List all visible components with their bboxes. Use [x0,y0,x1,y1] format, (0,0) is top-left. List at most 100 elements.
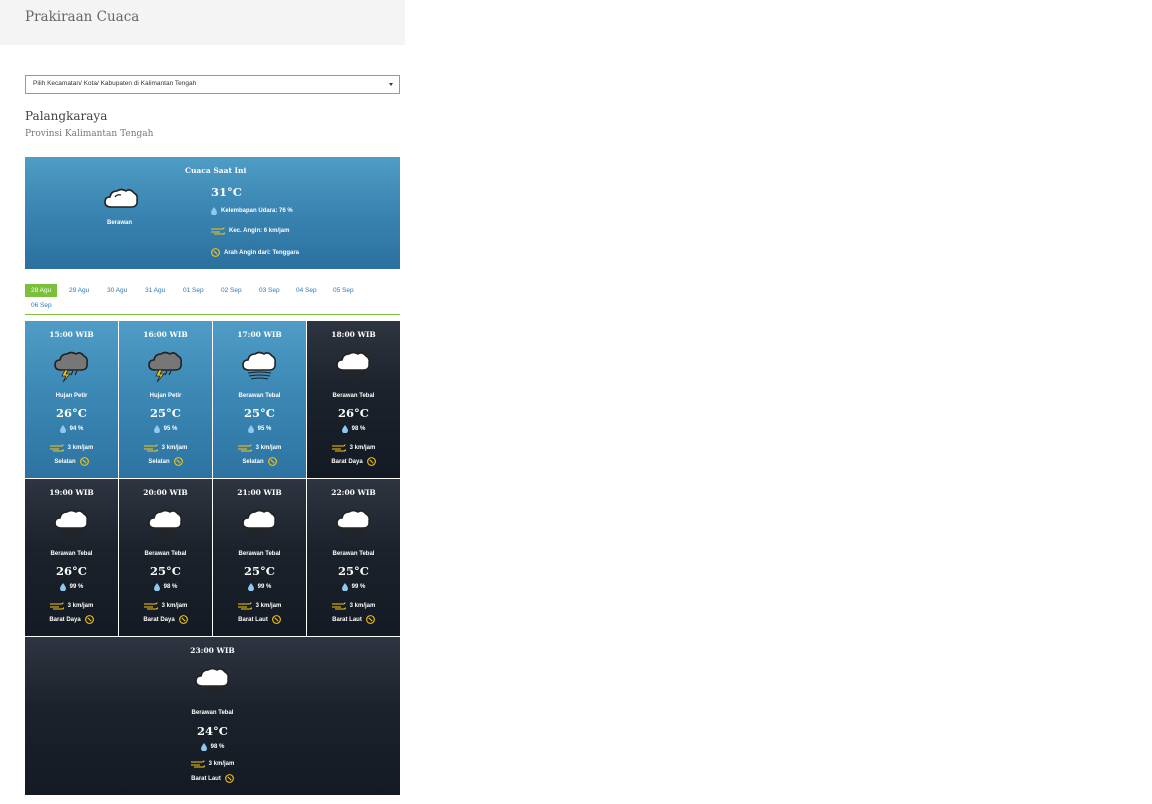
forecast-time: 21:00 WIB [237,488,282,497]
current-weather-title: Cuaca Saat Ini [185,166,247,175]
current-humidity-row: Kelembapan Udara: 76 % [211,207,293,215]
city-name: Palangkaraya [25,109,108,123]
forecast-wind-direction: Barat Daya [49,616,81,623]
forecast-card: 19:00 WIB Berawan Tebal 26°C 99 % 3 km/jam Ba… [25,479,118,636]
tab-31-agu[interactable]: 31 Agu [139,284,171,297]
wind-icon [237,444,252,452]
chevron-down-icon [389,83,393,86]
forecast-condition: Hujan Petir [55,393,88,399]
forecast-dir-row: Barat Laut [307,615,400,624]
forecast-time: 16:00 WIB [143,330,188,339]
current-wind: Kec. Angin: 6 km/jam [229,228,290,234]
forecast-humidity-row: 99 % [307,583,400,591]
forecast-temp: 26°C [338,406,369,420]
thunderstorm-icon [148,351,182,383]
page-header: Prakiraan Cuaca [0,0,405,45]
forecast-icon [53,350,89,389]
forecast-wind: 3 km/jam [208,761,235,767]
forecast-humidity-row: 94 % [25,425,118,433]
wind-direction-icon [365,615,375,624]
forecast-dir-row: Barat Laut [25,774,400,783]
forecast-wind-direction: Selatan [242,458,264,465]
forecast-wind: 3 km/jam [161,445,188,451]
overcast-icon [242,351,276,380]
forecast-icon [147,350,183,389]
district-select[interactable]: Pilih Kecamatan/ Kota/ Kabupaten di Kali… [25,75,400,94]
tab-06-sep[interactable]: 06 Sep [25,299,58,312]
forecast-temp: 25°C [338,564,369,578]
cloudy-icon [103,185,139,218]
forecast-humidity: 99 % [257,584,272,590]
forecast-wind-row: 3 km/jam [307,602,400,610]
forecast-humidity-row: 99 % [25,583,118,591]
forecast-dir-row: Selatan [119,457,212,466]
forecast-wind-direction: Barat Laut [332,616,362,623]
tab-30-agu[interactable]: 30 Agu [101,284,133,297]
humidity-drop-icon [153,583,160,591]
forecast-humidity: 98 % [210,744,225,750]
current-weather-panel: Cuaca Saat Ini Berawan 31°C Kelembapan U… [25,157,400,269]
forecast-humidity-row: 95 % [213,425,306,433]
forecast-temp: 24°C [197,724,228,738]
forecast-temp: 25°C [244,406,275,420]
forecast-wind: 3 km/jam [349,603,376,609]
tab-29-agu[interactable]: 29 Agu [63,284,95,297]
wind-icon [211,227,225,235]
forecast-temp: 26°C [56,406,87,420]
forecast-dir-row: Barat Laut [213,615,306,624]
tab-05-sep[interactable]: 05 Sep [327,284,360,297]
forecast-wind: 3 km/jam [161,603,188,609]
forecast-card: 21:00 WIB Berawan Tebal 25°C 99 % 3 km/jam Ba… [213,479,306,636]
forecast-condition: Hujan Petir [149,393,182,399]
wind-direction-icon [84,615,94,624]
forecast-time: 20:00 WIB [143,488,188,497]
humidity-drop-icon [211,207,217,215]
humidity-drop-icon [153,425,160,433]
forecast-condition: Berawan Tebal [238,551,281,557]
tab-04-sep[interactable]: 04 Sep [290,284,323,297]
wind-icon [143,602,158,610]
tab-03-sep[interactable]: 03 Sep [253,284,286,297]
forecast-card: 23:00 WIB Berawan Tebal 24°C 98 % 3 km/jam Ba… [25,637,400,795]
current-temp: 31°C [211,185,242,199]
district-select-value: Pilih Kecamatan/ Kota/ Kabupaten di Kali… [33,80,197,87]
humidity-drop-icon [200,743,207,751]
forecast-humidity-row: 98 % [25,743,400,751]
tab-28-agu[interactable]: 28 Agu [25,284,58,297]
forecast-dir-row: Selatan [25,457,118,466]
forecast-humidity: 98 % [351,426,366,432]
forecast-temp: 25°C [150,564,181,578]
forecast-temp: 26°C [56,564,87,578]
forecast-card: 17:00 WIB Berawan Tebal 25°C 95 % 3 km/jam Se… [213,321,306,478]
current-wind-dir-row: Arah Angin dari: Tenggara [211,248,299,257]
forecast-card: 20:00 WIB Berawan Tebal 25°C 98 % 3 km/jam Ba… [119,479,212,636]
forecast-wind: 3 km/jam [67,445,94,451]
forecast-wind-row: 3 km/jam [25,760,400,768]
forecast-wind-direction: Barat Daya [331,458,363,465]
forecast-humidity-row: 95 % [119,425,212,433]
forecast-wind: 3 km/jam [255,445,282,451]
forecast-humidity: 95 % [163,426,178,432]
forecast-icon [53,508,89,547]
wind-direction-icon [173,457,183,466]
forecast-humidity-row: 99 % [213,583,306,591]
forecast-humidity-row: 98 % [119,583,212,591]
wind-direction-icon [178,615,188,624]
tab-01-sep[interactable]: 01 Sep [177,284,210,297]
tab-02-sep[interactable]: 02 Sep [215,284,248,297]
forecast-card: 22:00 WIB Berawan Tebal 25°C 99 % 3 km/jam Ba… [307,479,400,636]
province-name: Provinsi Kalimantan Tengah [25,129,154,139]
forecast-time: 17:00 WIB [237,330,282,339]
forecast-humidity: 99 % [69,584,84,590]
forecast-humidity: 99 % [351,584,366,590]
forecast-icon [241,350,277,389]
forecast-wind-row: 3 km/jam [213,602,306,610]
wind-icon [237,602,252,610]
forecast-temp: 25°C [244,564,275,578]
forecast-condition: Berawan Tebal [50,551,93,557]
forecast-temp: 25°C [150,406,181,420]
humidity-drop-icon [247,425,254,433]
wind-direction-icon [271,615,281,624]
forecast-wind-row: 3 km/jam [307,444,400,452]
humidity-drop-icon [341,583,348,591]
